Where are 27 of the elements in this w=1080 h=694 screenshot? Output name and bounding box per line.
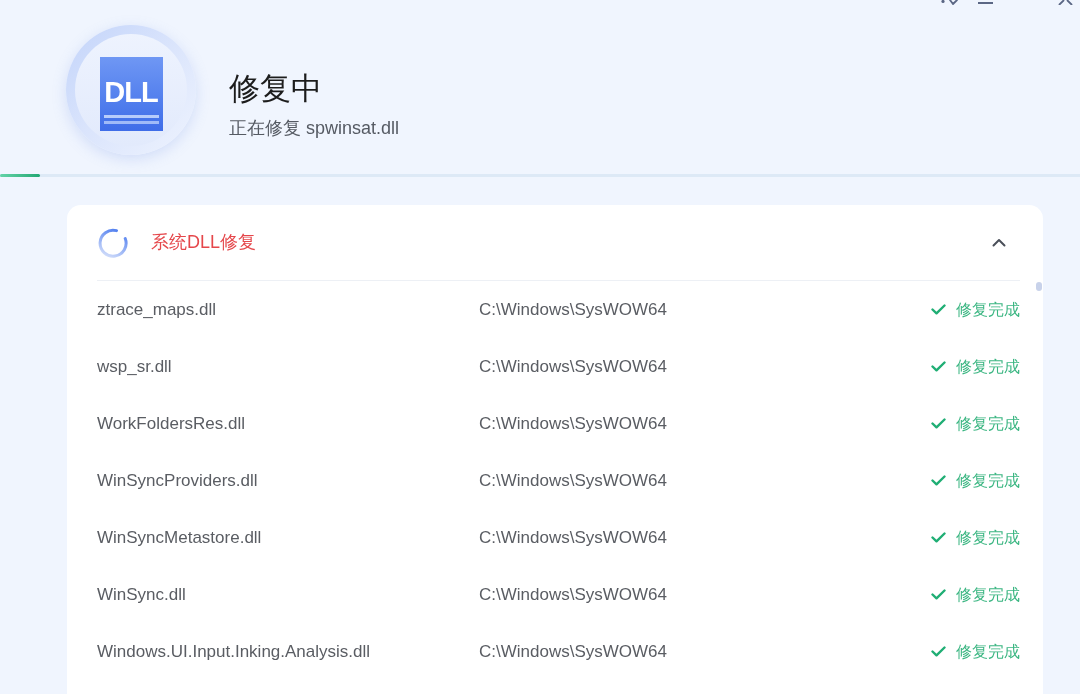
file-path: C:\Windows\SysWOW64: [479, 640, 668, 663]
logo-text: DLL: [104, 77, 158, 107]
file-name: ztrace_maps.dll: [97, 298, 218, 321]
file-name: WorkFoldersRes.dll: [97, 412, 246, 435]
file-name: Windows.UI.Input.Inking.Analysis.dll: [97, 640, 372, 663]
status-label: 修复完成: [956, 641, 1020, 662]
scrollbar-thumb[interactable]: [1036, 282, 1042, 291]
section-title: 系统DLL修复: [151, 231, 257, 254]
file-name: WinSyncProviders.dll: [97, 469, 259, 492]
file-path: C:\Windows\SysWOW64: [479, 469, 668, 492]
status-label: 修复完成: [956, 299, 1020, 320]
status-title: 修复中: [229, 70, 323, 108]
status-label: 修复完成: [956, 527, 1020, 548]
status-label: 修复完成: [956, 584, 1020, 605]
status-label: 修复完成: [956, 356, 1020, 377]
status-label: 修复完成: [956, 470, 1020, 491]
close-icon[interactable]: [1058, 0, 1073, 5]
file-path: C:\Windows\SysWOW64: [479, 583, 668, 606]
file-name: wsp_sr.dll: [97, 355, 173, 378]
status-label: 修复完成: [956, 413, 1020, 434]
file-name: WinSync.dll: [97, 583, 187, 606]
file-path: C:\Windows\SysWOW64: [479, 412, 668, 435]
file-path: C:\Windows\SysWOW64: [479, 526, 668, 549]
file-name: WinSyncMetastore.dll: [97, 526, 263, 549]
file-path: C:\Windows\SysWOW64: [479, 298, 668, 321]
file-path: C:\Windows\SysWOW64: [479, 355, 668, 378]
status-subtitle: 正在修复 spwinsat.dll: [229, 117, 400, 140]
